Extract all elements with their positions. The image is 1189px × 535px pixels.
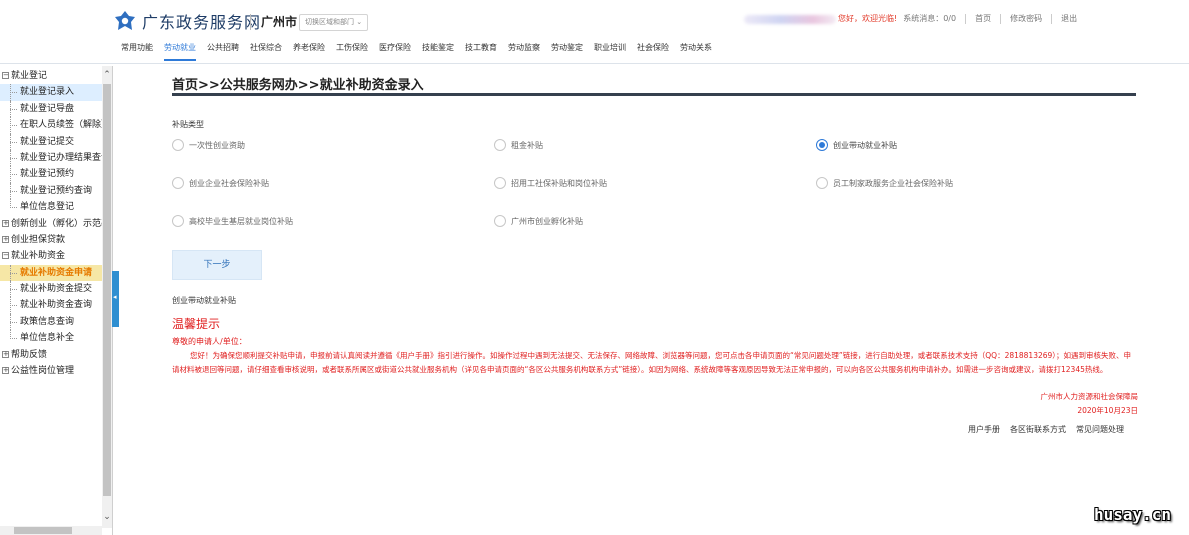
- nav-item[interactable]: 公共招聘: [207, 42, 239, 61]
- sidebar-tree: − 就业登记 就业登记录入 就业登记导盘 在职人员续签（解除） 就业登记提交 就业…: [0, 66, 113, 535]
- selected-subsidy-label: 创业带动就业补贴: [172, 296, 236, 305]
- tree-group-public-welfare-posts[interactable]: + 公益性岗位管理: [0, 363, 102, 379]
- subsidy-option-radio[interactable]: 高校毕业生基层就业岗位补贴: [172, 215, 293, 227]
- sidebar-horizontal-scrollbar[interactable]: [0, 526, 102, 535]
- subsidy-option-radio[interactable]: 员工制家政服务企业社会保险补贴: [816, 177, 953, 189]
- subsidy-option-radio[interactable]: 创业企业社会保险补贴: [172, 177, 269, 189]
- radio-circle[interactable]: [172, 177, 184, 189]
- tree-group-subsidy-fund[interactable]: − 就业补助资金: [0, 248, 102, 264]
- change-password-link[interactable]: 修改密码: [1010, 13, 1042, 24]
- nav-item[interactable]: 技工教育: [465, 42, 497, 61]
- radio-circle[interactable]: [172, 215, 184, 227]
- nav-item[interactable]: 医疗保险: [379, 42, 411, 61]
- tree-item[interactable]: 就业登记导盘: [0, 100, 102, 118]
- subsidy-option-radio[interactable]: 招用工社保补贴和岗位补贴: [494, 177, 607, 189]
- user-manual-link[interactable]: 用户手册: [968, 424, 1000, 435]
- city-name: 广州市: [261, 15, 298, 29]
- breadcrumb-underline: [172, 93, 1136, 96]
- radio-circle[interactable]: [494, 215, 506, 227]
- notice-signature-date: 2020年10月23日: [1077, 406, 1138, 415]
- subsidy-option-radio[interactable]: 广州市创业孵化补贴: [494, 215, 583, 227]
- nav-item[interactable]: 职业培训: [594, 42, 626, 61]
- radio-circle[interactable]: [494, 139, 506, 151]
- subsidy-option-radio[interactable]: 一次性创业资助: [172, 139, 245, 151]
- faq-link[interactable]: 常见问题处理: [1076, 424, 1124, 435]
- tree-item-active[interactable]: 就业补助资金申请: [0, 264, 102, 282]
- city-switch-dropdown[interactable]: 切换区域和部门 ⌄: [299, 14, 369, 31]
- help-links: 用户手册 各区街联系方式 常见问题处理: [958, 424, 1124, 435]
- tree-item[interactable]: 政策信息查询: [0, 313, 102, 331]
- blurred-username: [744, 15, 836, 24]
- tree-item[interactable]: 就业登记预约: [0, 166, 102, 183]
- expand-plus-icon[interactable]: +: [2, 367, 9, 375]
- main-nav: 常用功能 劳动就业 公共招聘 社保综合 养老保险 工伤保险 医疗保险 技能鉴定 …: [121, 42, 723, 61]
- subsidy-option-radio[interactable]: 租金补贴: [494, 139, 543, 151]
- radio-circle-checked[interactable]: [816, 139, 828, 151]
- header-divider: [250, 14, 251, 30]
- scrollbar-thumb[interactable]: [103, 84, 111, 496]
- collapse-minus-icon[interactable]: −: [2, 252, 9, 260]
- nav-item[interactable]: 社会保险: [637, 42, 669, 61]
- tree-item[interactable]: 单位信息补全: [0, 330, 102, 346]
- nav-item-active[interactable]: 劳动就业: [164, 42, 196, 61]
- tree-item[interactable]: 就业登记录入: [0, 84, 102, 101]
- top-header: 广东政务服务网 广州市 切换区域和部门 ⌄ 您好，欢迎光临! 系统消息：0/0 …: [0, 0, 1189, 64]
- sidebar-vertical-scrollbar[interactable]: ⌃ ⌄: [102, 66, 112, 528]
- tree-group-help-feedback[interactable]: + 帮助反馈: [0, 347, 102, 363]
- top-right-links: 您好，欢迎光临! 系统消息：0/0 首页 修改密码 退出: [838, 13, 1077, 24]
- next-step-button[interactable]: 下一步: [172, 250, 262, 280]
- district-contacts-link[interactable]: 各区街联系方式: [1010, 424, 1066, 435]
- notice-signature-org: 广州市人力资源和社会保障局: [1040, 392, 1139, 401]
- nav-item[interactable]: 养老保险: [293, 42, 325, 61]
- scrollbar-thumb[interactable]: [14, 527, 72, 534]
- tree-group-incubation-base[interactable]: +创新创业（孵化）示范基地: [0, 216, 102, 232]
- home-link[interactable]: 首页: [975, 13, 991, 24]
- tree-group-guarantee-loan[interactable]: + 创业担保贷款: [0, 232, 102, 248]
- nav-item[interactable]: 劳动关系: [680, 42, 712, 61]
- site-title: 广东政务服务网: [142, 13, 262, 32]
- tree-group-employment-registration[interactable]: − 就业登记: [0, 68, 102, 84]
- tree-item[interactable]: 就业登记提交: [0, 133, 102, 150]
- gd-logo-icon: [114, 10, 136, 32]
- tree-item[interactable]: 就业补助资金查询: [0, 297, 102, 314]
- nav-item[interactable]: 技能鉴定: [422, 42, 454, 61]
- radio-circle[interactable]: [172, 139, 184, 151]
- nav-item[interactable]: 劳动鉴定: [551, 42, 583, 61]
- collapse-minus-icon[interactable]: −: [2, 72, 9, 79]
- site-logo[interactable]: 广东政务服务网: [114, 9, 261, 33]
- tree-item[interactable]: 就业登记预约查询: [0, 182, 102, 200]
- expand-plus-icon[interactable]: +: [2, 235, 9, 243]
- subsidy-type-label: 补贴类型: [172, 120, 204, 129]
- expand-plus-icon[interactable]: +: [2, 219, 9, 227]
- notice-body: 您好！为确保您顺利提交补贴申请，申报前请认真阅读并遵循《用户手册》指引进行操作。…: [172, 351, 1132, 374]
- greeting-text: 您好，欢迎光临!: [838, 14, 898, 23]
- tree-item[interactable]: 就业登记办理结果查询: [0, 149, 102, 167]
- tree-item[interactable]: 就业补助资金提交: [0, 281, 102, 298]
- system-message-link[interactable]: 系统消息：0/0: [903, 13, 956, 24]
- nav-item[interactable]: 社保综合: [250, 42, 282, 61]
- radio-circle[interactable]: [816, 177, 828, 189]
- scroll-up-icon[interactable]: ⌃: [102, 68, 112, 82]
- breadcrumb: 首页>>公共服务网办>>就业补助资金录入: [172, 78, 424, 93]
- scroll-down-icon[interactable]: ⌄: [102, 510, 112, 524]
- notice-salutation: 尊敬的申请人/单位：: [172, 337, 247, 346]
- nav-item[interactable]: 常用功能: [121, 42, 153, 61]
- radio-circle[interactable]: [494, 177, 506, 189]
- nav-item[interactable]: 工伤保险: [336, 42, 368, 61]
- expand-plus-icon[interactable]: +: [2, 350, 9, 358]
- logout-link[interactable]: 退出: [1061, 13, 1077, 24]
- chevron-left-icon: ◂: [113, 293, 117, 301]
- notice-title: 温馨提示: [172, 317, 221, 331]
- tree-item[interactable]: 在职人员续签（解除）: [0, 117, 102, 134]
- tree-item[interactable]: 单位信息登记: [0, 199, 102, 215]
- nav-item[interactable]: 劳动监察: [508, 42, 540, 61]
- watermark: husay.cn: [1094, 505, 1172, 524]
- subsidy-option-radio-selected[interactable]: 创业带动就业补贴: [816, 139, 897, 151]
- sidebar-collapse-handle[interactable]: ◂: [112, 271, 119, 327]
